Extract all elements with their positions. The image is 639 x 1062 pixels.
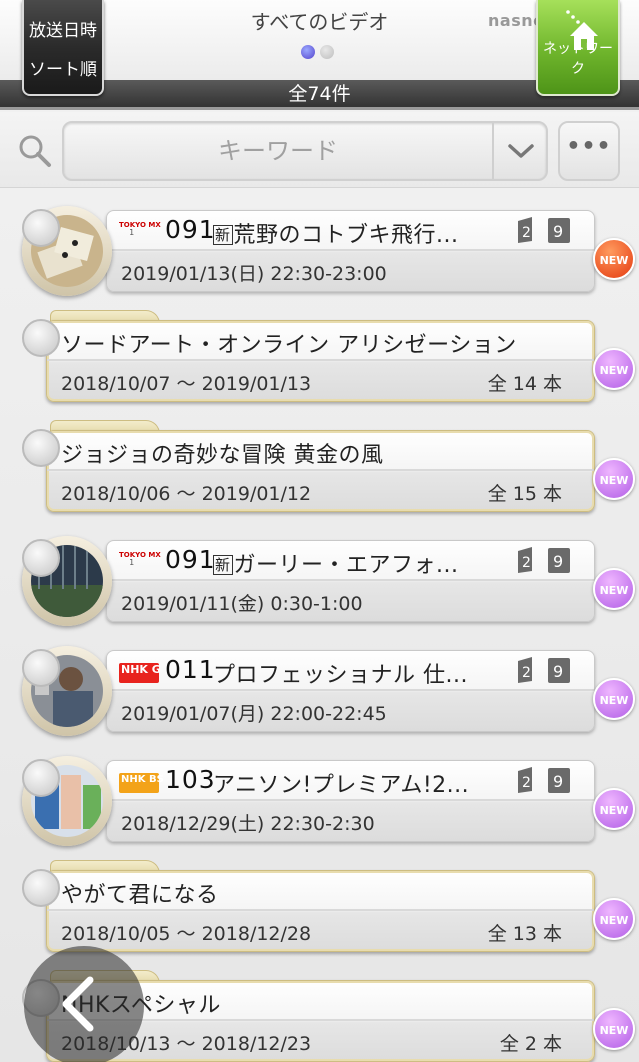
list-item[interactable]: ソードアート・オンライン アリシゼーション 2018/10/07 ～ 2019/… bbox=[0, 300, 639, 410]
select-checkbox[interactable] bbox=[22, 539, 60, 577]
svg-text:2: 2 bbox=[522, 555, 531, 571]
new-badge: NEW bbox=[593, 458, 635, 500]
sort-label-line1: 放送日時 bbox=[29, 21, 97, 41]
new-badge: NEW bbox=[593, 348, 635, 390]
new-program-mark: 新 bbox=[213, 225, 233, 245]
new-badge: NEW bbox=[593, 1008, 635, 1050]
program-title: アニソン!プレミアム!2... bbox=[213, 773, 470, 798]
program-title: 新荒野のコトブキ飛行... bbox=[213, 223, 459, 248]
select-checkbox[interactable] bbox=[22, 649, 60, 687]
keyword-search-box bbox=[62, 121, 548, 181]
program-title-row: NHK G 011 プロフェッショナル 仕... 2 9 bbox=[107, 651, 594, 691]
list-item[interactable]: やがて君になる 2018/10/05 ～ 2018/12/28 全 13 本 N… bbox=[0, 850, 639, 960]
more-options-button[interactable]: ••• bbox=[558, 121, 620, 181]
channel-number: 091 bbox=[165, 215, 216, 244]
channel-logo: TOKYO MX 1 bbox=[119, 221, 161, 237]
episode-count: 全 13 本 bbox=[487, 923, 562, 945]
select-checkbox[interactable] bbox=[22, 869, 60, 907]
series-date-range: 2018/10/07 ～ 2019/01/13 bbox=[61, 373, 312, 395]
list-item[interactable]: ジョジョの奇妙な冒険 黄金の風 2018/10/06 ～ 2019/01/12 … bbox=[0, 410, 639, 520]
series-title: ジョジョの奇妙な冒険 黄金の風 bbox=[61, 443, 384, 468]
quality-icons: 2 9 bbox=[518, 547, 570, 573]
keyword-input[interactable] bbox=[64, 123, 492, 179]
episode-count: 全 14 本 bbox=[487, 373, 562, 395]
program-title-row: TOKYO MX 1 091 新荒野のコトブキ飛行... 2 9 bbox=[107, 211, 594, 251]
program-title-row: NHK BS 103 アニソン!プレミアム!2... 2 9 bbox=[107, 761, 594, 801]
quality-icons: 2 9 bbox=[518, 657, 570, 683]
search-icon[interactable] bbox=[18, 134, 52, 168]
program-card[interactable]: TOKYO MX 1 091 新ガーリー・エアフォ... 2 9 2019/01… bbox=[106, 540, 595, 622]
svg-text:9: 9 bbox=[553, 662, 563, 681]
svg-text:9: 9 bbox=[553, 772, 563, 791]
network-button[interactable]: ネットワーク bbox=[536, 0, 620, 96]
sort-button[interactable]: 放送日時 ソート順 bbox=[22, 0, 104, 96]
select-checkbox[interactable] bbox=[22, 429, 60, 467]
page-dot-active bbox=[301, 45, 315, 59]
new-badge: NEW bbox=[593, 568, 635, 610]
channel-number: 011 bbox=[165, 655, 216, 684]
new-badge: NEW bbox=[593, 898, 635, 940]
svg-text:9: 9 bbox=[553, 552, 563, 571]
svg-text:9: 9 bbox=[553, 222, 563, 241]
folder-title-row: やがて君になる bbox=[47, 871, 594, 911]
series-folder-card[interactable]: やがて君になる 2018/10/05 ～ 2018/12/28 全 13 本 bbox=[46, 870, 595, 952]
keyword-dropdown-button[interactable] bbox=[492, 123, 546, 179]
series-folder-card[interactable]: ソードアート・オンライン アリシゼーション 2018/10/07 ～ 2019/… bbox=[46, 320, 595, 402]
episode-count: 全 15 本 bbox=[487, 483, 562, 505]
episode-count: 全 2 本 bbox=[499, 1033, 562, 1055]
broadcast-datetime: 2019/01/07(月) 22:00-22:45 bbox=[121, 703, 387, 725]
chevron-down-icon bbox=[508, 144, 534, 158]
series-title: やがて君になる bbox=[61, 883, 219, 908]
list-item[interactable]: TOKYO MX 1 091 新ガーリー・エアフォ... 2 9 2019/01… bbox=[0, 520, 639, 630]
network-label: ネットワーク bbox=[543, 41, 613, 77]
sort-label-line2: ソート順 bbox=[29, 60, 97, 80]
channel-number: 091 bbox=[165, 545, 216, 574]
page-indicator bbox=[301, 45, 334, 59]
new-badge: NEW bbox=[593, 788, 635, 830]
svg-text:2: 2 bbox=[522, 225, 531, 241]
new-badge: NEW bbox=[593, 238, 635, 280]
program-title-row: TOKYO MX 1 091 新ガーリー・エアフォ... 2 9 bbox=[107, 541, 594, 581]
search-bar: ••• bbox=[0, 112, 639, 188]
select-checkbox[interactable] bbox=[22, 319, 60, 357]
channel-number: 103 bbox=[165, 765, 216, 794]
new-program-mark: 新 bbox=[213, 555, 233, 575]
program-card[interactable]: NHK BS 103 アニソン!プレミアム!2... 2 9 2018/12/2… bbox=[106, 760, 595, 842]
series-folder-card[interactable]: ジョジョの奇妙な冒険 黄金の風 2018/10/06 ～ 2019/01/12 … bbox=[46, 430, 595, 512]
chevron-left-icon bbox=[62, 976, 94, 1032]
series-date-range: 2018/10/05 ～ 2018/12/28 bbox=[61, 923, 312, 945]
list-item[interactable]: NHK BS 103 アニソン!プレミアム!2... 2 9 2018/12/2… bbox=[0, 740, 639, 850]
channel-logo: TOKYO MX 1 bbox=[119, 551, 161, 567]
svg-text:2: 2 bbox=[522, 665, 531, 681]
new-badge: NEW bbox=[593, 678, 635, 720]
list-item[interactable]: NHK G 011 プロフェッショナル 仕... 2 9 2019/01/07(… bbox=[0, 630, 639, 740]
more-icon: ••• bbox=[566, 134, 612, 159]
program-title: 新ガーリー・エアフォ... bbox=[213, 553, 459, 578]
quality-icons: 2 9 bbox=[518, 767, 570, 793]
program-card[interactable]: TOKYO MX 1 091 新荒野のコトブキ飛行... 2 9 2019/01… bbox=[106, 210, 595, 292]
folder-title-row: ジョジョの奇妙な冒険 黄金の風 bbox=[47, 431, 594, 471]
app-header: 全74件 放送日時 ソート順 すべてのビデオ nasne ネットワーク bbox=[0, 0, 639, 110]
broadcast-datetime: 2019/01/13(日) 22:30-23:00 bbox=[121, 263, 387, 285]
broadcast-datetime: 2019/01/11(金) 0:30-1:00 bbox=[121, 593, 363, 615]
select-checkbox[interactable] bbox=[22, 759, 60, 797]
back-button[interactable] bbox=[24, 946, 144, 1062]
folder-title-row: ソードアート・オンライン アリシゼーション bbox=[47, 321, 594, 361]
select-checkbox[interactable] bbox=[22, 209, 60, 247]
program-card[interactable]: NHK G 011 プロフェッショナル 仕... 2 9 2019/01/07(… bbox=[106, 650, 595, 732]
channel-logo: NHK BS bbox=[119, 773, 164, 793]
broadcast-datetime: 2018/12/29(土) 22:30-2:30 bbox=[121, 813, 375, 835]
total-count: 全74件 bbox=[288, 83, 351, 105]
page-dot bbox=[320, 45, 334, 59]
channel-logo: NHK G bbox=[119, 663, 161, 683]
series-title: ソードアート・オンライン アリシゼーション bbox=[61, 333, 517, 358]
program-title: プロフェッショナル 仕... bbox=[213, 663, 468, 688]
svg-text:2: 2 bbox=[522, 775, 531, 791]
brand-logo: nasne bbox=[488, 11, 536, 30]
list-item[interactable]: TOKYO MX 1 091 新荒野のコトブキ飛行... 2 9 2019/01… bbox=[0, 190, 639, 300]
quality-icons: 2 9 bbox=[518, 217, 570, 243]
series-date-range: 2018/10/06 ～ 2019/01/12 bbox=[61, 483, 312, 505]
